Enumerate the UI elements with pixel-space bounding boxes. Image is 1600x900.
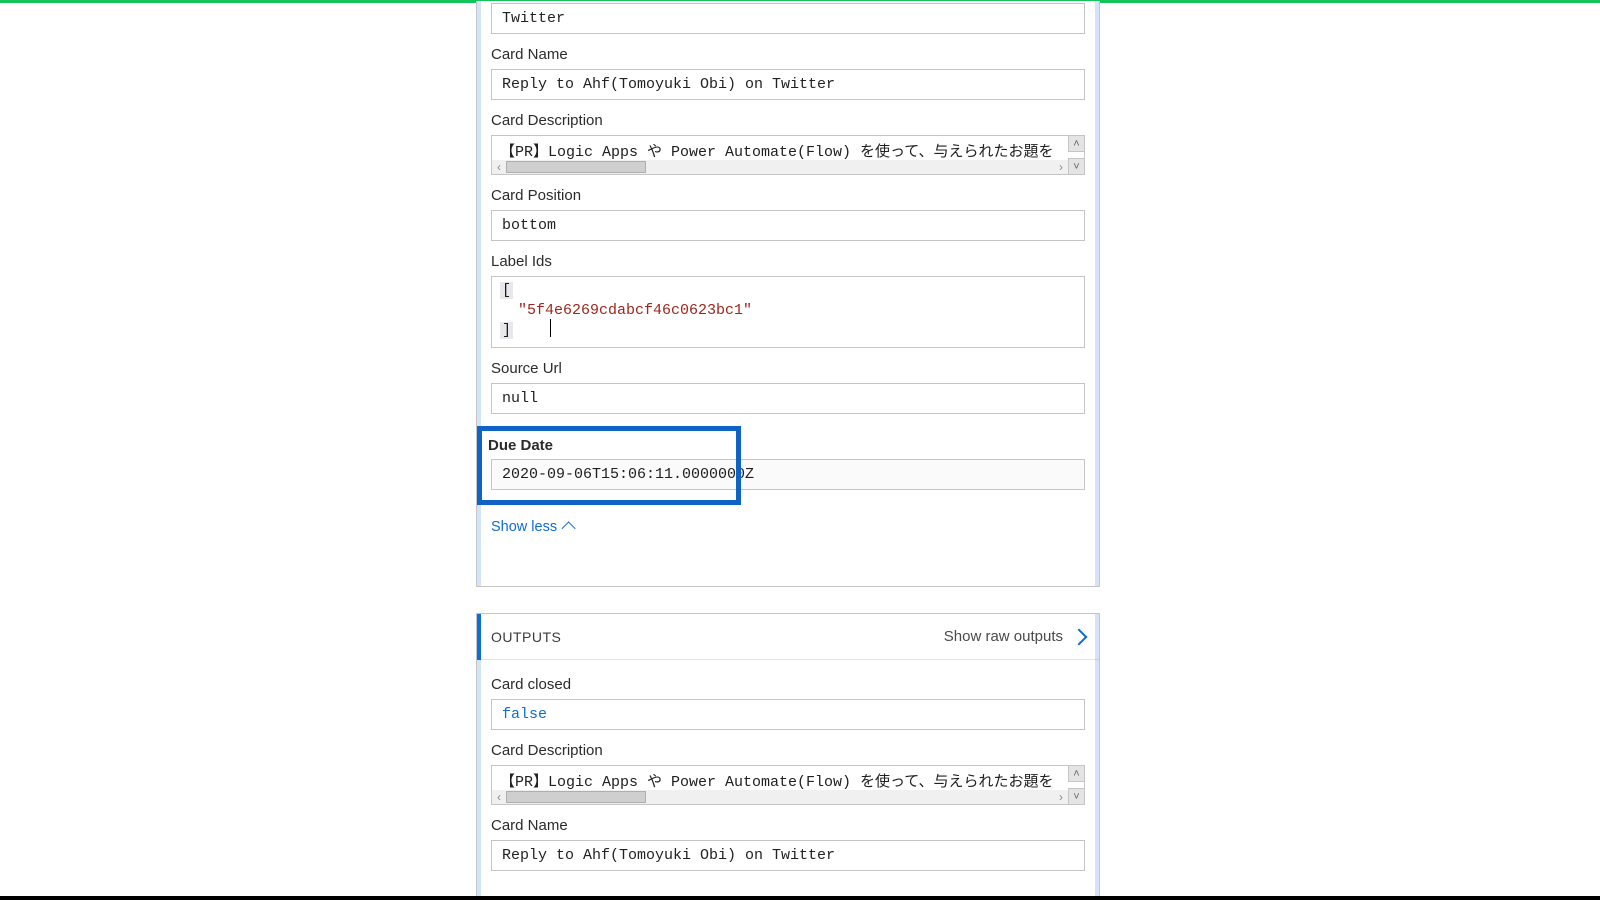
show-less-text: Show less: [491, 519, 557, 535]
label-ids-field: Label Ids [ "5f4e6269cdabcf46c0623bc1" ]: [491, 253, 1085, 348]
label-ids-value[interactable]: [ "5f4e6269cdabcf46c0623bc1" ]: [491, 276, 1085, 348]
json-close-bracket: ]: [500, 322, 513, 339]
card-position-field: Card Position: [491, 187, 1085, 241]
inputs-panel: Card Name Card Description 【PR】Logic App…: [476, 1, 1100, 587]
card-description-value[interactable]: 【PR】Logic Apps や Power Automate(Flow) を使…: [491, 135, 1085, 175]
due-date-field: Due Date: [491, 426, 1085, 505]
label-ids-label: Label Ids: [491, 253, 1085, 270]
due-date-label: Due Date: [488, 437, 730, 454]
source-url-label: Source Url: [491, 360, 1085, 377]
output-card-description-label: Card Description: [491, 742, 1085, 759]
output-card-description-field: Card Description 【PR】Logic Apps や Power …: [491, 742, 1085, 805]
hscroll-thumb[interactable]: [506, 161, 646, 173]
hscroll-right-icon[interactable]: ›: [1054, 790, 1068, 804]
hscroll-left-icon[interactable]: ‹: [492, 160, 506, 174]
scroll-down-icon[interactable]: ˅: [1068, 788, 1084, 804]
card-description-field: Card Description 【PR】Logic Apps や Power …: [491, 112, 1085, 175]
outputs-body: Card closed false Card Description 【PR】L…: [477, 660, 1099, 871]
card-name-label: Card Name: [491, 46, 1085, 63]
card-position-label: Card Position: [491, 187, 1085, 204]
card-name-value[interactable]: [491, 69, 1085, 100]
output-card-name-value[interactable]: [491, 840, 1085, 871]
card-description-text: 【PR】Logic Apps や Power Automate(Flow) を使…: [492, 136, 1084, 161]
due-date-highlight: Due Date: [477, 426, 741, 505]
page-root: Card Name Card Description 【PR】Logic App…: [0, 0, 1600, 900]
source-url-value[interactable]: [491, 383, 1085, 414]
source-url-field: Source Url: [491, 360, 1085, 414]
scroll-up-icon[interactable]: ˄: [1068, 766, 1084, 782]
outputs-title: OUTPUTS: [477, 614, 561, 660]
show-less-link[interactable]: Show less: [491, 519, 575, 535]
page-bottom-edge: [0, 896, 1600, 900]
card-name-field: Card Name: [491, 46, 1085, 100]
hscroll-thumb[interactable]: [506, 791, 646, 803]
show-raw-outputs-link[interactable]: Show raw outputs: [944, 628, 1085, 645]
card-position-value[interactable]: [491, 210, 1085, 241]
scroll-up-icon[interactable]: ˄: [1068, 136, 1084, 152]
chevron-up-icon: [562, 521, 576, 535]
text-caret: [550, 319, 551, 337]
json-open-bracket: [: [500, 282, 513, 299]
hscroll-right-icon[interactable]: ›: [1054, 160, 1068, 174]
outputs-header: OUTPUTS Show raw outputs: [477, 614, 1099, 660]
hscroll-left-icon[interactable]: ‹: [492, 790, 506, 804]
chevron-right-icon: [1071, 628, 1088, 645]
card-closed-label: Card closed: [491, 676, 1085, 693]
card-closed-value[interactable]: false: [491, 699, 1085, 730]
output-card-name-label: Card Name: [491, 817, 1085, 834]
show-raw-outputs-text: Show raw outputs: [944, 628, 1063, 645]
card-closed-field: Card closed false: [491, 676, 1085, 730]
output-card-name-field: Card Name: [491, 817, 1085, 871]
scroll-down-icon[interactable]: ˅: [1068, 158, 1084, 174]
card-description-label: Card Description: [491, 112, 1085, 129]
outputs-panel: OUTPUTS Show raw outputs Card closed fal…: [476, 613, 1100, 900]
label-ids-string: "5f4e6269cdabcf46c0623bc1": [518, 302, 752, 319]
board-or-list-value[interactable]: [491, 3, 1085, 34]
output-card-description-value[interactable]: 【PR】Logic Apps や Power Automate(Flow) を使…: [491, 765, 1085, 805]
output-card-description-text: 【PR】Logic Apps や Power Automate(Flow) を使…: [492, 766, 1084, 791]
